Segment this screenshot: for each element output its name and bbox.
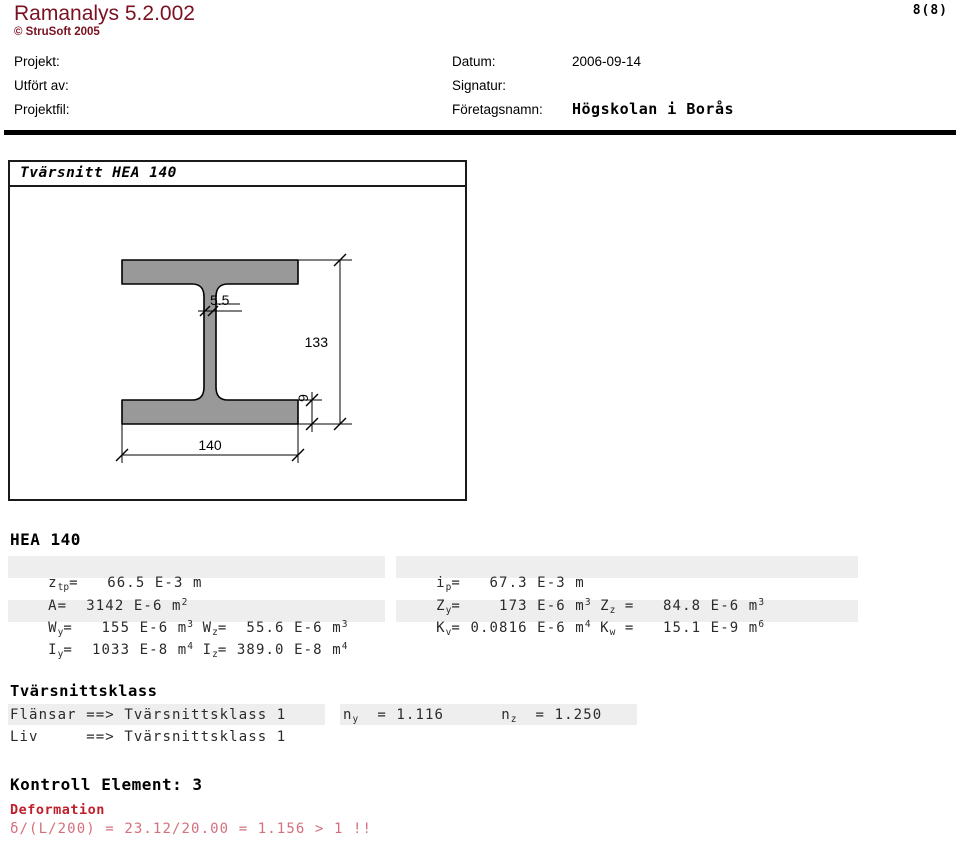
- label-datum: Datum:: [452, 54, 496, 69]
- dim-label-flange-thickness: 9: [295, 394, 311, 402]
- properties-heading: HEA 140: [10, 530, 81, 549]
- label-signatur: Signatur:: [452, 78, 507, 93]
- cross-section-drawing-frame: Tvärsnitt HEA 140 133 9 5.5 140: [8, 160, 467, 501]
- value-datum: 2006-09-14: [572, 54, 642, 69]
- tvarsnittsklass-heading: Tvärsnittsklass: [10, 682, 158, 700]
- kontroll-subheading-deformation: Deformation: [10, 802, 105, 818]
- prop-row-i: Iy= 1033 E-8 m4 Iz= 389.0 E-8 m4: [48, 641, 348, 660]
- app-title: Ramanalys 5.2.002: [14, 2, 195, 25]
- page-indicator: 8(8): [912, 3, 948, 18]
- cross-section-title: Tvärsnitt HEA 140: [20, 165, 177, 181]
- tk-n-values: ny = 1.116 nz = 1.250: [343, 707, 603, 725]
- label-foretagsnamn: Företagsnamn:: [452, 102, 543, 117]
- dim-label-web-thickness: 5.5: [210, 292, 230, 308]
- label-projekt: Projekt:: [14, 54, 60, 69]
- label-projektfil: Projektfil:: [14, 102, 70, 117]
- i-beam-profile-shape: [121, 259, 299, 425]
- tk-row-liv: Liv ==> Tvärsnittsklass 1: [10, 729, 287, 745]
- prop-row-k: Kv= 0.0816 E-6 m4 Kw = 15.1 E-9 m6: [436, 619, 765, 638]
- tk-row-flansar: Flänsar ==> Tvärsnittsklass 1: [10, 707, 287, 723]
- header-divider: [4, 130, 956, 135]
- dim-label-width: 140: [198, 437, 222, 453]
- kontroll-deformation-formula: δ/(L/200) = 23.12/20.00 = 1.156 > 1 !!: [10, 821, 373, 837]
- cross-section-canvas: 133 9 5.5 140: [10, 187, 465, 501]
- value-foretagsnamn: Högskolan i Borås: [572, 100, 735, 118]
- cross-section-title-bar: Tvärsnitt HEA 140: [10, 162, 465, 187]
- label-utfort-av: Utfört av:: [14, 78, 69, 93]
- kontroll-heading: Kontroll Element: 3: [10, 775, 203, 794]
- copyright-notice: © StruSoft 2005: [14, 26, 100, 38]
- dim-label-height: 133: [305, 334, 329, 350]
